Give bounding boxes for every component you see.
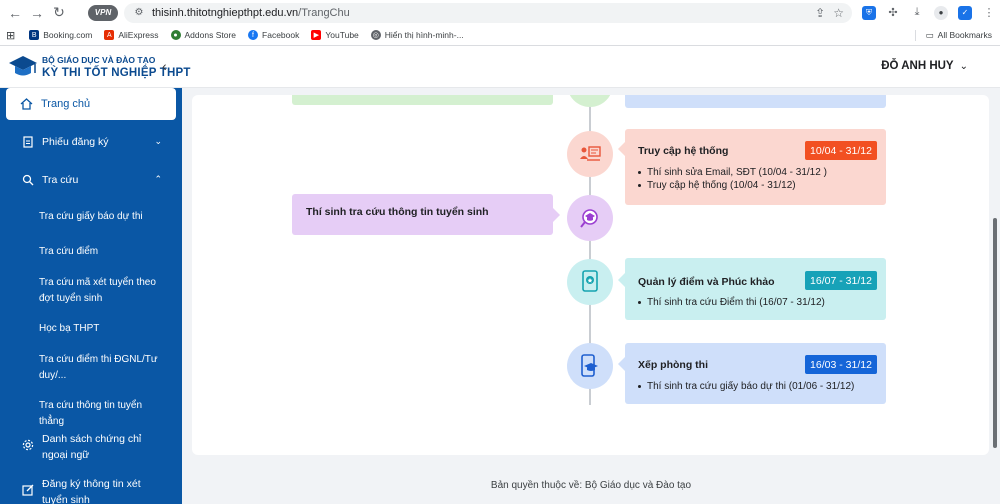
sidebar: Trang chủ Phiếu đăng ký ⌄ Tra cứu ⌃ Tra … xyxy=(0,88,182,504)
app-header: BỘ GIÁO DỤC VÀ ĐÀO TẠO KỲ THI TỐT NGHIỆP… xyxy=(0,46,1000,88)
back-icon[interactable]: ← xyxy=(4,2,26,24)
mobile-graduation-icon xyxy=(581,354,598,377)
bookmark-aliexpress[interactable]: A AliExpress xyxy=(104,30,159,40)
booking-icon: B xyxy=(29,30,40,40)
timeline-node-access xyxy=(567,131,613,177)
extensions-puzzle-icon[interactable]: ✣ xyxy=(886,6,900,20)
sidebar-subitem-scores[interactable]: Tra cứu điểm xyxy=(39,244,169,260)
site-info-icon[interactable]: ⚙ xyxy=(132,6,146,20)
sidebar-item-home[interactable]: Trang chủ xyxy=(6,88,176,120)
sidebar-item-lookup[interactable]: Tra cứu ⌃ xyxy=(0,174,178,186)
folder-icon: ▭ xyxy=(925,29,934,40)
rooms-title: Xếp phòng thi xyxy=(638,359,708,371)
timeline-card: Truy cập hệ thống 10/04 - 31/12 Thí sinh… xyxy=(192,95,989,455)
bookmark-hien-thi[interactable]: ◎ Hiển thị hình-minh-... xyxy=(370,30,464,40)
sidebar-item-admission-register[interactable]: Đăng ký thông tin xét tuyển sinh xyxy=(0,476,178,504)
browser-menu-icon[interactable]: ⋮ xyxy=(982,6,996,20)
facebook-icon: f xyxy=(248,30,259,40)
addons-store-icon: ● xyxy=(170,30,181,40)
url-text: thisinh.thitotnghiepthpt.edu.vn/TrangChu xyxy=(152,6,350,19)
all-bookmarks-button[interactable]: ▭ All Bookmarks xyxy=(914,29,992,41)
admission-lookup-title: Thí sinh tra cứu thông tin tuyển sinh xyxy=(306,206,489,218)
rooms-date-badge: 16/03 - 31/12 xyxy=(805,355,877,374)
footer-copyright: Bản quyền thuộc về: Bộ Giáo dục và Đào t… xyxy=(490,480,692,491)
share-icon[interactable]: ⇪ xyxy=(815,6,825,20)
timeline-box-partial-left xyxy=(292,95,553,105)
access-date-badge: 10/04 - 31/12 xyxy=(805,141,877,160)
chevron-down-icon: ⌄ xyxy=(154,136,162,146)
aliexpress-icon: A xyxy=(104,30,115,40)
graduation-search-icon xyxy=(580,209,598,228)
pointer xyxy=(553,208,560,222)
timeline-node-partial xyxy=(567,95,613,107)
award-badge-icon xyxy=(582,270,598,292)
chevron-up-icon: ⌃ xyxy=(154,174,162,184)
sidebar-scrollbar[interactable] xyxy=(178,88,182,504)
timeline-box-partial-right xyxy=(625,95,886,108)
collapse-sidebar-icon[interactable]: ‹ xyxy=(162,58,167,74)
sidebar-item-registration[interactable]: Phiếu đăng ký ⌄ xyxy=(0,136,178,148)
vpn-badge[interactable]: VPN xyxy=(88,4,118,21)
user-menu[interactable]: ĐỖ ANH HUY ⌄ xyxy=(881,60,968,72)
scores-date-badge: 16/07 - 31/12 xyxy=(805,271,877,290)
rooms-bullets: Thí sinh tra cứu giấy báo dự thi (01/06 … xyxy=(638,380,854,393)
bookmark-youtube[interactable]: ▶ YouTube xyxy=(311,30,359,40)
sidebar-subitem-transcript[interactable]: Học bạ THPT xyxy=(39,321,169,337)
bookmark-booking[interactable]: B Booking.com xyxy=(29,30,92,40)
scores-bullets: Thí sinh tra cứu Điểm thi (16/07 - 31/12… xyxy=(638,296,825,309)
chevron-down-icon: ⌄ xyxy=(959,60,968,72)
org-name: BỘ GIÁO DỤC VÀ ĐÀO TẠO xyxy=(42,55,156,65)
computer-user-icon xyxy=(580,146,601,161)
home-icon xyxy=(20,98,33,110)
bookmark-facebook[interactable]: f Facebook xyxy=(248,30,299,40)
gear-icon xyxy=(22,439,34,451)
sidebar-subitem-admission-codes[interactable]: Tra cứu mã xét tuyển theo đợt tuyển sinh xyxy=(39,275,169,307)
app-title: KỲ THI TỐT NGHIỆP THPT xyxy=(42,67,191,79)
reload-icon[interactable]: ↻ xyxy=(48,2,70,24)
access-title: Truy cập hệ thống xyxy=(638,145,729,157)
page-scrollbar-thumb[interactable] xyxy=(993,218,997,448)
forward-icon[interactable]: → xyxy=(26,2,48,24)
youtube-icon: ▶ xyxy=(311,30,322,40)
bookmark-addons-store[interactable]: ● Addons Store xyxy=(170,30,236,40)
security-shield-icon[interactable]: ✓ xyxy=(958,5,972,20)
access-bullets: Thí sinh sửa Email, SĐT (10/04 - 31/12 )… xyxy=(638,166,827,192)
timeline-node-rooms xyxy=(567,343,613,389)
sidebar-item-certificates[interactable]: Danh sách chứng chỉ ngoại ngữ xyxy=(0,431,178,463)
sidebar-subitem-direct-admission[interactable]: Tra cứu thông tin tuyển thẳng xyxy=(39,398,169,430)
pointer xyxy=(618,273,625,287)
globe-icon: ◎ xyxy=(370,30,381,40)
download-icon[interactable]: ⤓ xyxy=(910,6,924,20)
document-icon xyxy=(23,136,33,148)
timeline-node-scores xyxy=(567,259,613,305)
pointer xyxy=(618,142,625,156)
sidebar-subitem-aptitude-scores[interactable]: Tra cứu điểm thi ĐGNL/Tư duy/... xyxy=(39,352,169,384)
scores-title: Quản lý điểm và Phúc khảo xyxy=(638,276,775,288)
bitwarden-extension-icon[interactable]: ⛨ xyxy=(862,5,876,20)
pointer xyxy=(618,357,625,371)
profile-avatar-icon[interactable]: ● xyxy=(934,5,948,20)
page-scrollbar[interactable] xyxy=(990,88,1000,504)
browser-toolbar: ← → ↻ VPN ⚙ thisinh.thitotnghiepthpt.edu… xyxy=(0,0,1000,25)
bookmark-star-icon[interactable]: ☆ xyxy=(833,6,844,20)
edit-icon xyxy=(22,484,34,496)
address-bar[interactable]: ⚙ thisinh.thitotnghiepthpt.edu.vn/TrangC… xyxy=(124,2,852,23)
sidebar-subitem-exam-notice[interactable]: Tra cứu giấy báo dự thi xyxy=(39,209,169,225)
apps-grid-icon[interactable]: ⊞ xyxy=(6,29,15,42)
bookmarks-bar: ⊞ B Booking.com A AliExpress ● Addons Store… xyxy=(0,25,1000,46)
timeline-node-admission-lookup xyxy=(567,195,613,241)
search-icon xyxy=(22,174,34,186)
graduation-cap-logo-icon xyxy=(9,56,37,76)
